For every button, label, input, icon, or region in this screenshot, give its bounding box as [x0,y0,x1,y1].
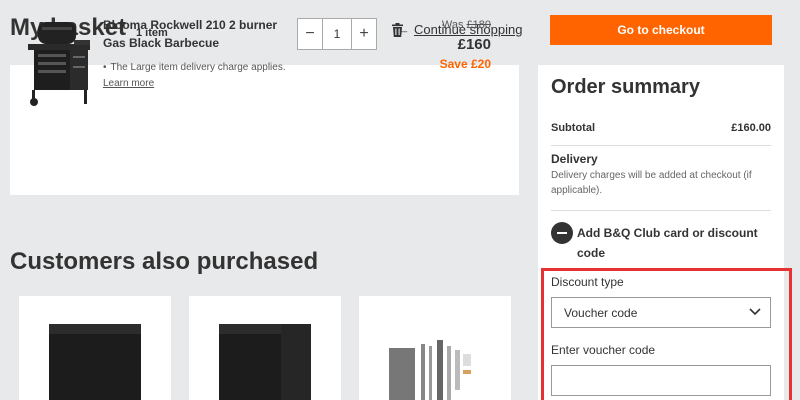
delivery-label: Delivery [551,152,598,166]
bullet-icon: • [103,62,107,73]
quantity-stepper: − 1 + [297,18,377,50]
discount-type-select[interactable]: Voucher code [551,297,771,328]
delivery-note: Delivery charges will be added at checko… [551,170,752,196]
divider [551,145,771,146]
discount-code-toggle[interactable]: Add B&Q Club card or discount code [577,223,767,263]
product-name[interactable]: Blooma Rockwell 210 2 burner Gas Black B… [103,16,288,52]
original-price: £180 [466,19,491,31]
voucher-code-label: Enter voucher code [551,343,656,357]
collapse-minus-icon[interactable] [551,222,573,244]
delivery-charge-note: • The Large item delivery charge applies.… [103,60,288,92]
discount-type-label: Discount type [551,275,624,289]
decrease-quantity-button[interactable]: − [298,19,322,49]
divider [551,210,771,211]
quantity-value[interactable]: 1 [322,19,352,49]
subtotal-value: £160.00 [731,122,771,134]
recommended-product-card[interactable] [19,296,171,400]
bbq-cover-image [49,324,141,400]
trash-icon[interactable] [392,23,403,37]
subtotal-label: Subtotal [551,122,595,134]
go-to-checkout-button[interactable]: Go to checkout [550,15,772,45]
order-summary-title: Order summary [551,76,700,98]
learn-more-link[interactable]: Learn more [103,78,154,89]
current-price: £160 [457,36,491,53]
recommendations-title: Customers also purchased [10,248,319,275]
increase-quantity-button[interactable]: + [352,19,376,49]
recommended-product-card[interactable] [359,296,511,400]
chevron-down-icon [749,308,761,316]
savings-amount: Save £20 [439,57,491,71]
shelving-kit-image [389,340,471,400]
voucher-code-input[interactable] [551,365,771,396]
barbecue-image [28,22,90,106]
bbq-cover-image [219,324,311,400]
delivery-note-text: The Large item delivery charge applies. [110,62,286,73]
was-label: Was [441,19,464,31]
recommended-product-card[interactable] [189,296,341,400]
was-price: Was £180 [410,19,491,31]
